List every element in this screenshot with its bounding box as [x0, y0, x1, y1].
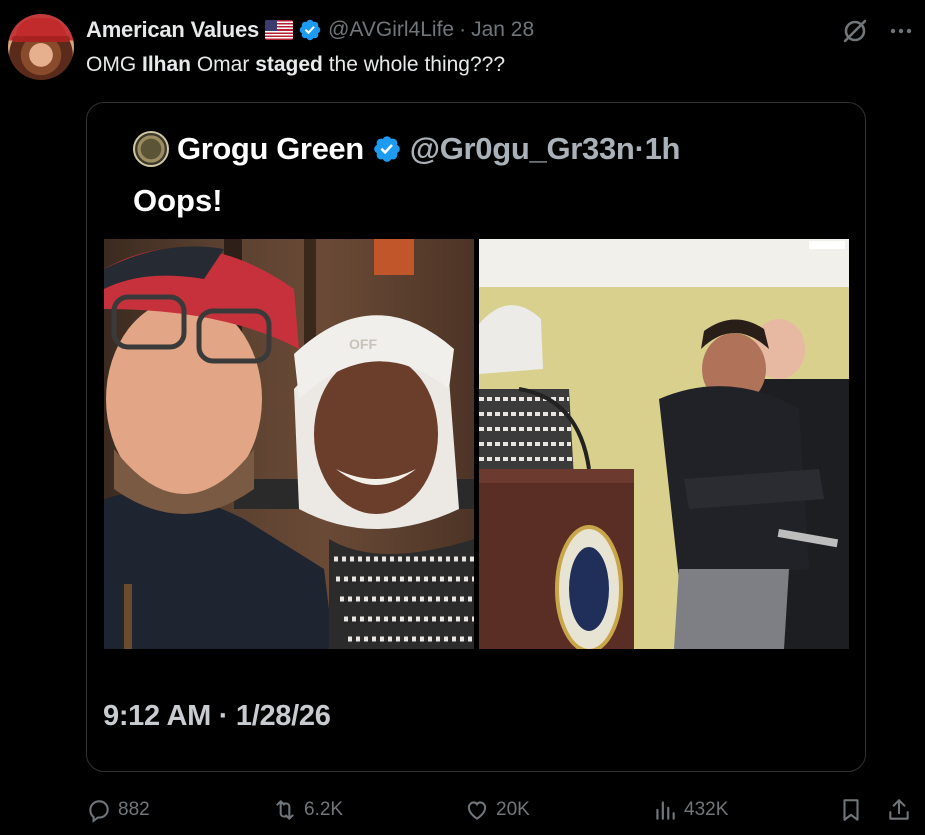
quoted-text: Oops!	[133, 183, 223, 218]
reply-button[interactable]: 882	[86, 790, 150, 830]
selfie-photo: OFF	[104, 239, 474, 649]
share-button[interactable]	[886, 790, 918, 830]
tweet-text: OMG Ilhan Omar staged the whole thing???	[86, 53, 506, 76]
grok-icon[interactable]	[840, 16, 870, 46]
turban-text: OFF	[349, 336, 377, 352]
tweet[interactable]: American Values @AVGirl4Life · Jan 28 OM…	[0, 0, 925, 835]
quoted-display-name: Grogu Green	[177, 131, 364, 166]
like-button[interactable]: 20K	[464, 790, 530, 830]
heart-icon	[467, 801, 487, 820]
repost-button[interactable]: 6.2K	[272, 790, 343, 830]
views-count: 432K	[684, 799, 729, 820]
event-photo	[479, 239, 849, 649]
display-name[interactable]: American Values	[86, 17, 259, 43]
repost-icon	[276, 800, 294, 820]
repost-count: 6.2K	[304, 799, 344, 820]
share-icon	[889, 799, 909, 820]
tweet-header: American Values @AVGirl4Life · Jan 28	[86, 17, 535, 43]
avatar[interactable]	[8, 14, 74, 80]
quoted-tweet-header: Grogu Green @Gr0gu_Gr33n·1h	[133, 131, 680, 167]
views-icon	[656, 801, 675, 820]
media-image[interactable]: Grogu Green @Gr0gu_Gr33n·1h Oops! OFF 9:…	[86, 102, 866, 772]
views-button[interactable]: 432K	[652, 790, 728, 830]
quoted-verified-badge-icon	[372, 134, 402, 164]
handle[interactable]: @AVGirl4Life	[328, 18, 454, 42]
like-count: 20K	[496, 799, 530, 820]
quoted-timestamp: 9:12 AM · 1/28/26	[103, 700, 331, 732]
us-flag-icon	[265, 20, 294, 40]
bookmark-icon	[843, 799, 859, 821]
quoted-handle: @Gr0gu_Gr33n·1h	[409, 131, 681, 166]
post-time[interactable]: Jan 28	[471, 18, 534, 42]
reply-icon	[89, 800, 109, 823]
more-options-icon[interactable]	[886, 16, 916, 46]
reply-count: 882	[118, 799, 150, 820]
verified-badge-icon[interactable]	[298, 18, 322, 42]
quoted-avatar	[133, 131, 169, 167]
bookmark-button[interactable]	[838, 790, 870, 830]
action-bar: 882 6.2K 20K 432K	[0, 790, 925, 830]
